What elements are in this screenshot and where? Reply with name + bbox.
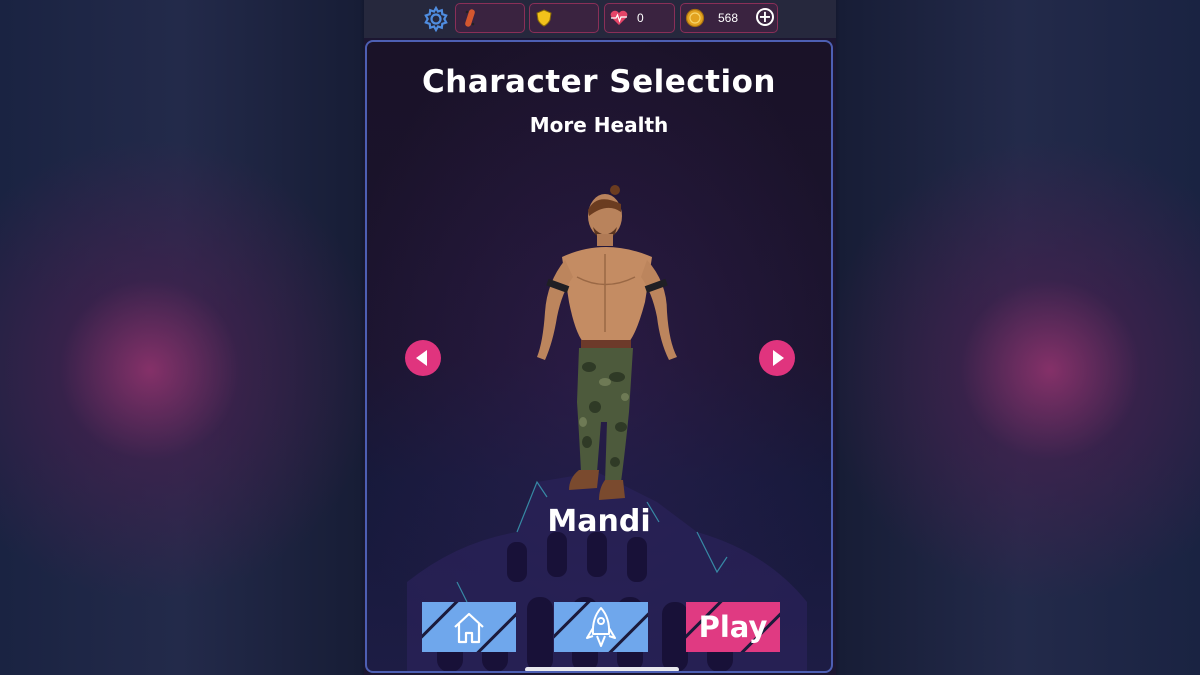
coin-counter: 568 + bbox=[680, 3, 778, 33]
home-icon bbox=[454, 612, 484, 644]
hud-bar: 0 568 + bbox=[364, 0, 836, 38]
page-title: Character Selection bbox=[422, 64, 776, 100]
play-button-label: Play bbox=[698, 610, 768, 644]
skateboard-icon bbox=[465, 9, 475, 27]
health-counter: 0 bbox=[604, 3, 675, 33]
character-perk: More Health bbox=[529, 113, 669, 137]
coin-value: 568 bbox=[718, 11, 739, 25]
character-selection-panel: Character Selection More Health Mandi Pl… bbox=[365, 40, 833, 673]
shield-icon bbox=[536, 9, 552, 27]
home-indicator[interactable] bbox=[525, 667, 679, 671]
plus-icon[interactable]: + bbox=[756, 8, 774, 26]
character-name: Mandi bbox=[547, 504, 651, 539]
game-screen: 0 568 + Character Selection More Health … bbox=[364, 0, 836, 675]
arrow-left-icon[interactable] bbox=[405, 340, 441, 376]
upgrades-button[interactable] bbox=[554, 602, 648, 652]
shield-slot[interactable] bbox=[529, 3, 599, 33]
character-model[interactable] bbox=[517, 182, 687, 502]
heartbeat-icon bbox=[610, 10, 628, 25]
gear-icon[interactable] bbox=[422, 5, 450, 33]
home-button[interactable] bbox=[422, 602, 516, 652]
health-value: 0 bbox=[637, 11, 644, 25]
arrow-right-icon[interactable] bbox=[759, 340, 795, 376]
rocket-icon bbox=[586, 607, 616, 647]
play-button[interactable]: Play bbox=[686, 602, 780, 652]
skateboard-slot[interactable] bbox=[455, 3, 525, 33]
coin-icon bbox=[685, 8, 705, 28]
